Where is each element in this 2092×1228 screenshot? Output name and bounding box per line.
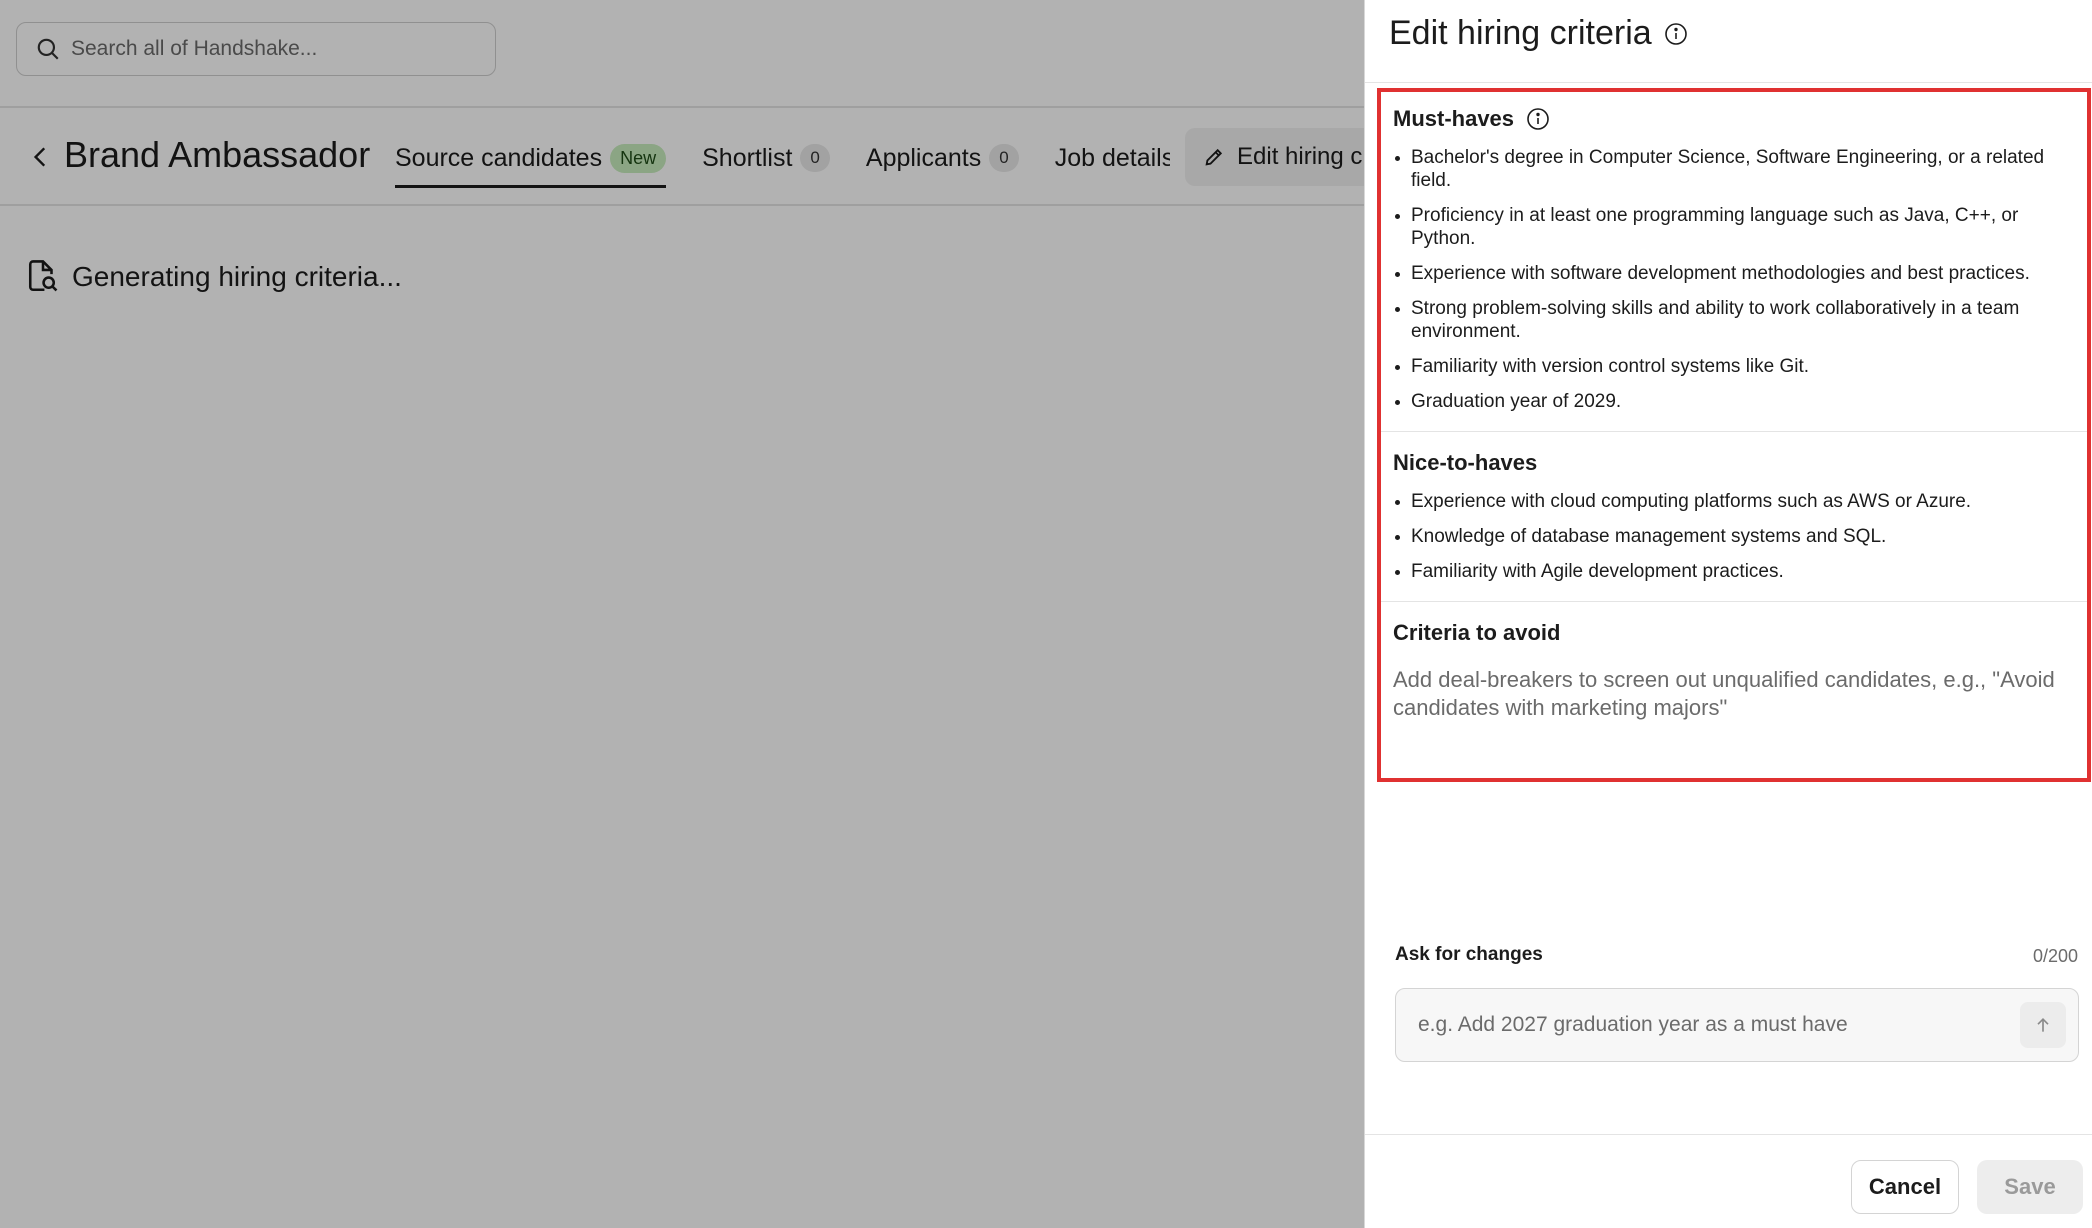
criteria-to-avoid-section: Criteria to avoid Add deal-breakers to s…: [1381, 602, 2087, 722]
ask-for-changes-label: Ask for changes: [1395, 944, 1543, 965]
edit-hiring-criteria-panel: Edit hiring criteria Must-haves Bachelor…: [1364, 0, 2092, 1228]
nice-to-haves-section: Nice-to-haves Experience with cloud comp…: [1381, 432, 2087, 583]
criteria-to-avoid-heading: Criteria to avoid: [1393, 620, 1561, 645]
ask-for-changes-field: [1395, 988, 2079, 1062]
section-heading: Must-haves: [1393, 106, 1515, 131]
panel-title: Edit hiring criteria: [1389, 14, 1652, 52]
ask-for-changes-input[interactable]: [1418, 1007, 1978, 1043]
list-item[interactable]: Graduation year of 2029.: [1393, 390, 2077, 413]
panel-header: Edit hiring criteria: [1389, 14, 1688, 53]
nice-to-haves-list: Experience with cloud computing platform…: [1393, 490, 2077, 583]
arrow-up-icon: [2037, 1017, 2049, 1032]
send-button[interactable]: [2020, 1002, 2066, 1048]
criteria-to-avoid-input[interactable]: Add deal-breakers to screen out unqualif…: [1393, 666, 2077, 722]
list-item[interactable]: Experience with software development met…: [1393, 262, 2077, 285]
must-haves-heading: Must-haves: [1393, 102, 2077, 136]
character-count: 0/200: [2032, 946, 2078, 966]
criteria-highlight-box: Must-haves Bachelor's degree in Computer…: [1377, 88, 2091, 782]
list-item[interactable]: Knowledge of database management systems…: [1393, 525, 2077, 548]
divider: [1365, 82, 2092, 83]
info-icon[interactable]: [1664, 22, 1688, 46]
list-item[interactable]: Proficiency in at least one programming …: [1393, 204, 2077, 250]
list-item[interactable]: Strong problem-solving skills and abilit…: [1393, 297, 2077, 343]
info-icon[interactable]: [1526, 107, 1550, 131]
save-button[interactable]: Save: [1977, 1160, 2083, 1214]
must-haves-list: Bachelor's degree in Computer Science, S…: [1393, 146, 2077, 413]
must-haves-section: Must-haves Bachelor's degree in Computer…: [1381, 92, 2087, 413]
divider: [1365, 1134, 2092, 1135]
list-item[interactable]: Experience with cloud computing platform…: [1393, 490, 2077, 513]
list-item[interactable]: Familiarity with Agile development pract…: [1393, 560, 2077, 583]
cancel-button[interactable]: Cancel: [1851, 1160, 1959, 1214]
nice-to-haves-heading: Nice-to-haves: [1393, 450, 1538, 475]
list-item[interactable]: Bachelor's degree in Computer Science, S…: [1393, 146, 2077, 192]
list-item[interactable]: Familiarity with version control systems…: [1393, 355, 2077, 378]
